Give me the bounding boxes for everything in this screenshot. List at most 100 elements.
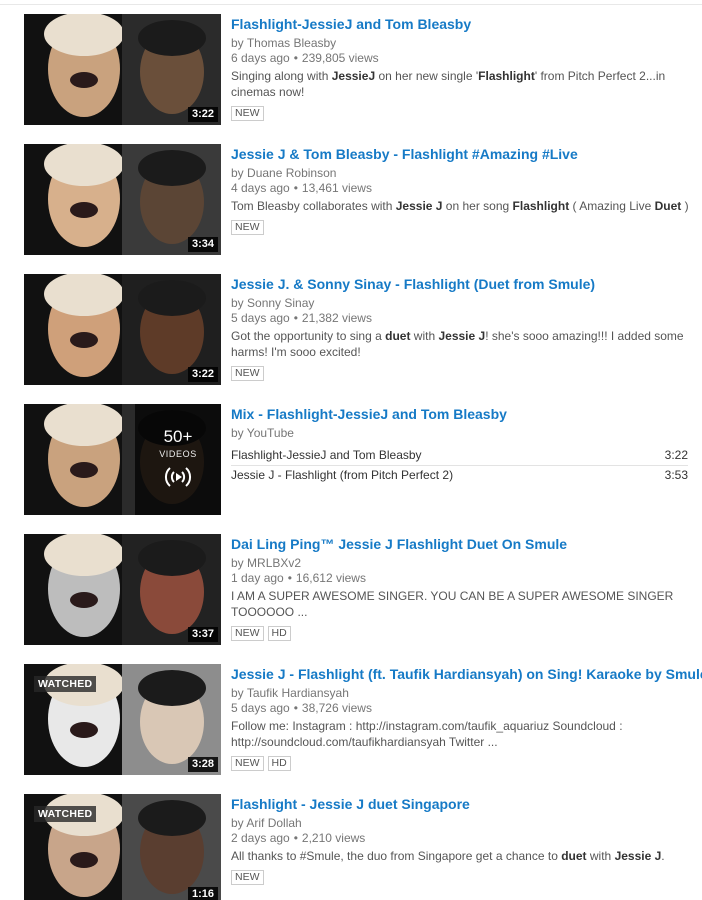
upload-age: 5 days ago <box>231 311 290 325</box>
video-description: All thanks to #Smule, the duo from Singa… <box>231 848 691 864</box>
video-meta: 6 days ago • 239,805 views <box>231 51 691 65</box>
description-text: Tom Bleasby collaborates with <box>231 199 396 213</box>
video-meta: 5 days ago • 38,726 views <box>231 701 691 715</box>
video-badges: NEW <box>231 103 691 121</box>
upload-age: 4 days ago <box>231 181 290 195</box>
byline-prefix: by <box>231 816 244 830</box>
description-text: with <box>586 849 615 863</box>
video-badges: NEW HD <box>231 753 691 771</box>
byline: by MRLBXv2 <box>231 556 691 570</box>
mix-playlist-result[interactable]: 50+ VIDEOS Mix - Flashlight-JessieJ and To… <box>0 404 702 516</box>
video-info: Flashlight - Jessie J duet Singapore by A… <box>231 794 691 885</box>
channel-link[interactable]: Sonny Sinay <box>247 296 314 310</box>
video-meta: 5 days ago • 21,382 views <box>231 311 691 325</box>
video-result[interactable]: 3:37 Dai Ling Ping™ Jessie J Flashlight D… <box>0 534 702 646</box>
badge-new: NEW <box>231 366 264 381</box>
channel-link[interactable]: Taufik Hardiansyah <box>247 686 349 700</box>
video-description: Follow me: Instagram : http://instagram.… <box>231 718 691 750</box>
video-description: I AM A SUPER AWESOME SINGER. YOU CAN BE … <box>231 588 691 620</box>
upload-age: 6 days ago <box>231 51 290 65</box>
view-count: 2,210 views <box>301 831 366 845</box>
video-meta: 1 day ago • 16,612 views <box>231 571 691 585</box>
watched-badge: WATCHED <box>34 676 97 692</box>
video-title-link[interactable]: Jessie J & Tom Bleasby - Flashlight #Ama… <box>231 145 691 163</box>
badge-hd: HD <box>267 626 291 641</box>
description-text: ! she's sooo amazing!!! I added some <box>485 329 684 343</box>
video-result[interactable]: 3:34 Jessie J & Tom Bleasby - Flashlight … <box>0 144 702 256</box>
description-text: I AM A SUPER AWESOME SINGER. YOU CAN BE … <box>231 589 674 603</box>
meta-separator: • <box>293 181 298 195</box>
video-thumbnail[interactable]: 3:22 <box>24 274 221 385</box>
video-title-link[interactable]: Flashlight-JessieJ and Tom Bleasby <box>231 15 691 33</box>
video-info: Jessie J. & Sonny Sinay - Flashlight (Du… <box>231 274 691 381</box>
meta-separator: • <box>293 701 298 715</box>
video-badges: NEW HD <box>231 623 691 641</box>
description-line: All thanks to #Smule, the duo from Singa… <box>231 848 691 864</box>
byline-prefix: by <box>231 296 244 310</box>
byline-prefix: by <box>231 556 244 570</box>
mix-track-item[interactable]: Flashlight-JessieJ and Tom Bleasby 3:22 <box>231 446 688 466</box>
video-result[interactable]: WATCHED 3:28 Jessie J - Flashlight (ft. Ta… <box>0 664 702 776</box>
video-result[interactable]: 3:22 Jessie J. & Sonny Sinay - Flashlight… <box>0 274 702 386</box>
byline: by Sonny Sinay <box>231 296 691 310</box>
mix-thumbnail[interactable]: 50+ VIDEOS <box>24 404 221 515</box>
channel-link[interactable]: MRLBXv2 <box>247 556 301 570</box>
channel-link[interactable]: Arif Dollah <box>246 816 301 830</box>
video-title-link[interactable]: Jessie J - Flashlight (ft. Taufik Hardia… <box>231 665 702 683</box>
mix-count-overlay: 50+ VIDEOS <box>135 404 221 515</box>
channel-link[interactable]: Thomas Bleasby <box>247 36 336 50</box>
video-title-link[interactable]: Jessie J. & Sonny Sinay - Flashlight (Du… <box>231 275 691 293</box>
byline-prefix: by <box>231 36 244 50</box>
description-line: Got the opportunity to sing a duet with … <box>231 328 691 344</box>
header-divider <box>0 4 702 5</box>
video-info: Jessie J & Tom Bleasby - Flashlight #Ama… <box>231 144 691 235</box>
badge-new: NEW <box>231 106 264 121</box>
video-badges: NEW <box>231 363 691 381</box>
video-duration: 1:16 <box>187 887 218 900</box>
view-count: 239,805 views <box>301 51 379 65</box>
search-results-page: 3:22 Flashlight-JessieJ and Tom Bleasby by… <box>0 0 702 900</box>
video-title-link[interactable]: Dai Ling Ping™ Jessie J Flashlight Duet … <box>231 535 691 553</box>
video-thumbnail[interactable]: 3:34 <box>24 144 221 255</box>
mix-title-link[interactable]: Mix - Flashlight-JessieJ and Tom Bleasby <box>231 405 691 423</box>
byline: by Duane Robinson <box>231 166 691 180</box>
video-duration: 3:28 <box>187 757 218 772</box>
upload-age: 2 days ago <box>231 831 290 845</box>
video-duration: 3:22 <box>187 107 218 122</box>
upload-age: 1 day ago <box>231 571 284 585</box>
description-text: ( Amazing Live <box>569 199 655 213</box>
badge-new: NEW <box>231 756 264 771</box>
channel-link[interactable]: Duane Robinson <box>247 166 336 180</box>
mix-track-item[interactable]: Jessie J - Flashlight (from Pitch Perfec… <box>231 466 688 485</box>
video-thumbnail[interactable]: 3:37 <box>24 534 221 645</box>
description-text: Flashlight <box>478 69 535 83</box>
description-text: Singing along with <box>231 69 332 83</box>
byline: by Arif Dollah <box>231 816 691 830</box>
view-count: 16,612 views <box>295 571 366 585</box>
watched-badge: WATCHED <box>34 806 97 822</box>
mix-track-title: Jessie J - Flashlight (from Pitch Perfec… <box>231 468 454 482</box>
mix-track-list: Flashlight-JessieJ and Tom Bleasby 3:22 Je… <box>231 446 688 485</box>
video-thumbnail[interactable]: 3:22 <box>24 14 221 125</box>
meta-separator: • <box>287 571 292 585</box>
badge-new: NEW <box>231 220 264 235</box>
mix-track-duration: 3:53 <box>664 468 688 482</box>
video-result[interactable]: WATCHED 1:16 Flashlight - Jessie J duet Si… <box>0 794 702 900</box>
video-title-link[interactable]: Flashlight - Jessie J duet Singapore <box>231 795 691 813</box>
video-result[interactable]: 3:22 Flashlight-JessieJ and Tom Bleasby by… <box>0 14 702 126</box>
description-text: ) <box>681 199 689 213</box>
video-info: Dai Ling Ping™ Jessie J Flashlight Duet … <box>231 534 691 641</box>
view-count: 21,382 views <box>301 311 372 325</box>
description-text: Jessie J <box>438 329 486 343</box>
byline: by Taufik Hardiansyah <box>231 686 691 700</box>
mix-byline: by YouTube <box>231 426 294 440</box>
description-text: duet <box>561 849 587 863</box>
video-thumbnail[interactable]: WATCHED 3:28 <box>24 664 221 775</box>
view-count: 38,726 views <box>301 701 372 715</box>
video-duration: 3:22 <box>187 367 218 382</box>
meta-separator: • <box>293 311 298 325</box>
video-thumbnail[interactable]: WATCHED 1:16 <box>24 794 221 900</box>
description-text: harms! I'm sooo excited! <box>231 345 361 359</box>
description-text: Follow me: Instagram : http://instagram.… <box>231 719 623 733</box>
description-text: . <box>661 849 665 863</box>
